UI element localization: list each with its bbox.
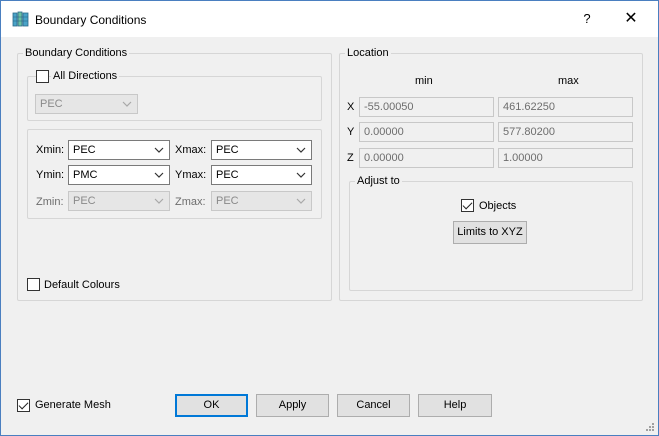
xmin-select[interactable]: PEC [68, 140, 170, 160]
generate-mesh-checkbox[interactable] [17, 399, 30, 412]
xmin-label: Xmin: [36, 144, 65, 156]
chevron-down-icon [296, 198, 306, 204]
zmax-select[interactable]: PEC [211, 191, 312, 211]
default-colours-checkbox[interactable] [27, 278, 40, 291]
ymin-label: Ymin: [36, 169, 65, 181]
y-min-field[interactable]: 0.00000 [359, 122, 494, 142]
x-min-value: -55.00050 [364, 101, 414, 113]
context-help-button[interactable]: ? [576, 9, 598, 29]
ymax-select[interactable]: PEC [211, 165, 312, 185]
chevron-down-icon [122, 101, 132, 107]
boundary-conditions-dialog: Boundary Conditions ? ✕ Boundary Conditi… [0, 0, 659, 436]
resize-grip-icon[interactable] [645, 422, 655, 432]
z-max-value: 1.00000 [503, 152, 543, 164]
max-column-header: max [558, 75, 579, 87]
all-directions-checkbox[interactable] [36, 70, 49, 83]
y-max-field[interactable]: 577.80200 [498, 122, 633, 142]
window-title: Boundary Conditions [35, 13, 147, 27]
chevron-down-icon [154, 172, 164, 178]
x-max-value: 461.62250 [503, 101, 555, 113]
all-directions-select[interactable]: PEC [35, 94, 138, 114]
chevron-down-icon [154, 198, 164, 204]
zmin-label: Zmin: [36, 196, 64, 208]
cancel-button[interactable]: Cancel [337, 394, 410, 417]
ymin-select[interactable]: PMC [68, 165, 170, 185]
x-max-field[interactable]: 461.62250 [498, 97, 633, 117]
x-min-field[interactable]: -55.00050 [359, 97, 494, 117]
xmin-select-value: PEC [73, 144, 96, 156]
x-axis-label: X [347, 101, 355, 113]
chevron-down-icon [154, 147, 164, 153]
z-min-value: 0.00000 [364, 152, 404, 164]
y-min-value: 0.00000 [364, 126, 404, 138]
apply-button[interactable]: Apply [256, 394, 329, 417]
z-min-field[interactable]: 0.00000 [359, 148, 494, 168]
y-axis-label: Y [347, 126, 355, 138]
close-button[interactable]: ✕ [619, 9, 643, 29]
help-button[interactable]: Help [418, 394, 492, 417]
ymax-select-value: PEC [216, 169, 239, 181]
generate-mesh-label: Generate Mesh [35, 399, 111, 411]
zmax-select-value: PEC [216, 195, 239, 207]
objects-checkbox[interactable] [461, 199, 474, 212]
limits-to-xyz-button[interactable]: Limits to XYZ [453, 221, 527, 244]
ok-button[interactable]: OK [175, 394, 248, 417]
ymin-select-value: PMC [73, 169, 98, 181]
xmax-select[interactable]: PEC [211, 140, 312, 160]
default-colours-label: Default Colours [44, 279, 120, 291]
ymax-label: Ymax: [175, 169, 207, 181]
xmax-label: Xmax: [175, 144, 207, 156]
zmin-select-value: PEC [73, 195, 96, 207]
boundary-conditions-group-title: Boundary Conditions [23, 47, 130, 59]
adjust-to-group-title: Adjust to [355, 175, 402, 187]
z-axis-label: Z [347, 152, 354, 164]
zmax-label: Zmax: [175, 196, 206, 208]
all-directions-select-value: PEC [40, 98, 63, 110]
location-group-title: Location [345, 47, 391, 59]
min-column-header: min [415, 75, 433, 87]
chevron-down-icon [296, 147, 306, 153]
xmax-select-value: PEC [216, 144, 239, 156]
zmin-select[interactable]: PEC [68, 191, 170, 211]
title-bar: Boundary Conditions ? ✕ [1, 1, 658, 37]
z-max-field[interactable]: 1.00000 [498, 148, 633, 168]
y-max-value: 577.80200 [503, 126, 555, 138]
all-directions-label: All Directions [51, 70, 120, 82]
chevron-down-icon [296, 172, 306, 178]
objects-label: Objects [479, 200, 517, 212]
app-icon [12, 11, 29, 27]
